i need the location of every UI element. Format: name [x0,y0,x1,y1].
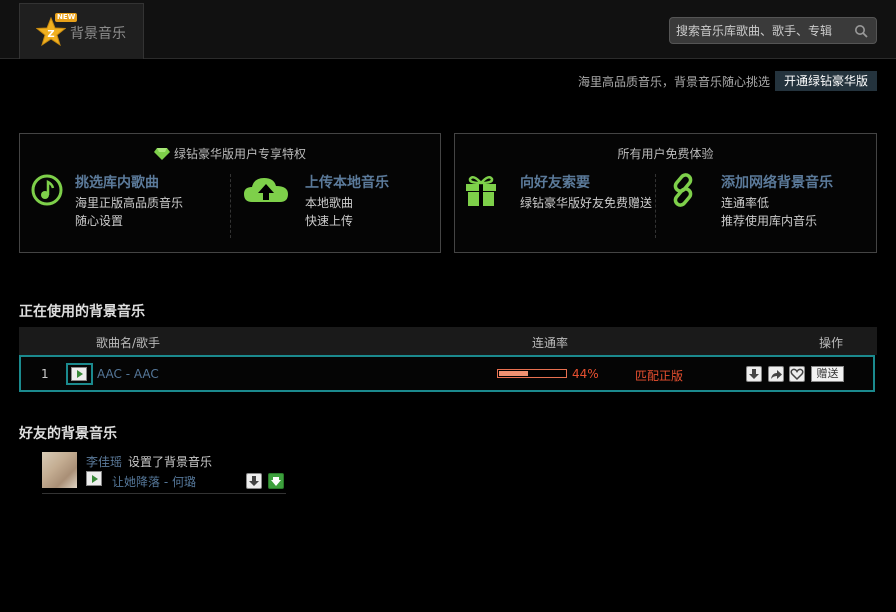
feature-add-web-music[interactable]: 添加网络背景音乐 连通率低 推荐使用库内音乐 [665,172,870,242]
green-diamond-icon [153,148,170,160]
column-song: 歌曲名/歌手 [96,336,161,350]
tab-background-music[interactable]: Z NEW 背景音乐 [19,3,144,59]
gift-icon [466,175,496,206]
tab-label: 背景音乐 [70,26,126,42]
table-row[interactable]: 1 AAC - AAC 44% 匹配正版 赠送 [19,355,875,392]
feature-title[interactable]: 上传本地音乐 [305,172,389,192]
play-icon[interactable] [86,471,102,486]
match-genuine-link[interactable]: 匹配正版 [635,367,683,384]
column-rate: 连通率 [532,336,569,350]
search-input[interactable] [676,22,846,40]
feature-title[interactable]: 挑选库内歌曲 [75,172,159,192]
feature-pick-library-songs[interactable]: 挑选库内歌曲 海里正版高品质音乐 随心设置 [30,172,230,242]
link-icon [673,173,693,207]
music-note-icon [31,174,63,206]
play-icon[interactable] [71,367,87,381]
new-badge: NEW [55,13,78,22]
upgrade-vip-button[interactable]: 开通绿钻豪华版 [775,71,877,91]
friend-song-link[interactable]: 让她降落 - 何璐 [112,473,196,490]
feature-divider [230,174,231,238]
vip-box-title: 绿钻豪华版用户专享特权 [20,145,440,162]
use-music-icon[interactable] [268,473,284,489]
connectivity-rate: 44% [572,367,599,381]
top-bar: Z NEW 背景音乐 [0,0,896,59]
feature-ask-friends[interactable]: 向好友索要 绿钻豪华版好友免费赠送 [463,172,658,242]
current-music-heading: 正在使用的背景音乐 [19,304,145,320]
favorite-heart-icon[interactable] [789,366,805,382]
list-item: 李佳瑶 设置了背景音乐 让她降落 - 何璐 [42,452,286,494]
svg-text:Z: Z [47,29,54,40]
download-icon[interactable] [746,366,762,382]
vip-features-box: 绿钻豪华版用户专享特权 挑选库内歌曲 海里正版高品质音乐 随心设置 上传本地音乐… [19,133,441,253]
friends-music-heading: 好友的背景音乐 [19,426,117,442]
friend-action-text: 设置了背景音乐 [128,455,213,469]
search-icon[interactable] [854,24,868,38]
cloud-upload-icon [244,178,288,202]
feature-title[interactable]: 添加网络背景音乐 [721,172,833,192]
row-index: 1 [41,367,49,381]
connectivity-bar-fill [499,371,529,376]
promo-text: 海里高品质音乐，背景音乐随心挑选 [578,75,771,89]
free-features-box: 所有用户免费体验 向好友索要 绿钻豪华版好友免费赠送 添加网络背景音乐 连通率低… [454,133,877,253]
table-header: 歌曲名/歌手 连通率 操作 [19,327,877,355]
column-actions: 操作 [819,336,844,350]
share-icon[interactable] [768,366,784,382]
play-selection-frame [66,363,93,385]
song-link[interactable]: AAC - AAC [97,367,159,381]
search-box [669,17,877,44]
friend-name-link[interactable]: 李佳瑶 [86,453,122,470]
avatar[interactable] [42,452,77,488]
feature-title[interactable]: 向好友索要 [520,172,590,192]
gift-button[interactable]: 赠送 [811,366,844,382]
connectivity-bar [497,369,567,378]
free-box-title: 所有用户免费体验 [617,147,714,161]
feature-upload-local-music[interactable]: 上传本地音乐 本地歌曲 快速上传 [242,172,432,242]
feature-divider [655,174,656,238]
download-icon[interactable] [246,473,262,489]
